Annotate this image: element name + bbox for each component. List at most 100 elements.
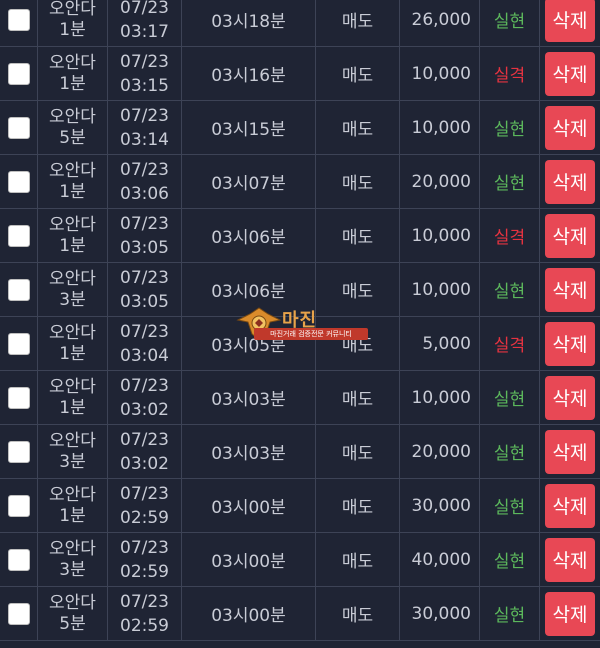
result-badge: 실현 bbox=[493, 552, 526, 572]
datetime-cell: 07/23 03:02 bbox=[108, 371, 182, 424]
result-badge: 실격 bbox=[493, 228, 526, 248]
select-cell bbox=[0, 533, 38, 586]
select-cell bbox=[0, 371, 38, 424]
delete-button[interactable]: 삭제 bbox=[545, 51, 595, 96]
action-cell: 삭제 bbox=[540, 425, 600, 478]
row-checkbox[interactable] bbox=[8, 170, 30, 193]
delete-button[interactable]: 삭제 bbox=[545, 105, 595, 150]
delete-button[interactable]: 삭제 bbox=[545, 429, 595, 474]
table-row: 오안다 1분 07/23 03:15 03시16분 매도 10,000 실격 삭… bbox=[0, 47, 600, 101]
game-cell: 오안다 1분 bbox=[38, 209, 108, 262]
result-cell: 실현 bbox=[480, 101, 540, 154]
action-cell: 삭제 bbox=[540, 209, 600, 262]
game-cell: 오안다 3분 bbox=[38, 425, 108, 478]
delete-button[interactable]: 삭제 bbox=[545, 267, 595, 312]
result-badge: 실현 bbox=[493, 120, 526, 140]
game-name: 오안다 bbox=[49, 52, 96, 73]
datetime-cell: 07/23 03:04 bbox=[108, 317, 182, 370]
row-checkbox[interactable] bbox=[8, 494, 30, 517]
datetime-cell: 07/23 03:17 bbox=[108, 0, 182, 46]
amount-cell: 30,000 bbox=[400, 587, 480, 640]
bet-amount: 10,000 bbox=[411, 387, 471, 408]
row-checkbox[interactable] bbox=[8, 224, 30, 247]
result-badge: 실현 bbox=[493, 444, 526, 464]
row-checkbox[interactable] bbox=[8, 8, 30, 31]
table-row: 오안다 5분 07/23 02:59 03시00분 매도 30,000 실현 삭… bbox=[0, 587, 600, 641]
row-checkbox[interactable] bbox=[8, 440, 30, 463]
result-cell: 실격 bbox=[480, 317, 540, 370]
bet-date: 07/23 bbox=[120, 213, 169, 234]
bet-time: 02:59 bbox=[120, 561, 169, 582]
game-cell: 오안다 1분 bbox=[38, 47, 108, 100]
bet-amount: 30,000 bbox=[411, 603, 471, 624]
table-row: 오안다 1분 07/23 03:06 03시07분 매도 20,000 실현 삭… bbox=[0, 155, 600, 209]
bet-date: 07/23 bbox=[120, 321, 169, 342]
table-row: 오안다 1분 07/23 03:17 03시18분 매도 26,000 실현 삭… bbox=[0, 0, 600, 47]
bet-time: 03:14 bbox=[120, 129, 169, 150]
delete-button[interactable]: 삭제 bbox=[545, 321, 595, 366]
result-badge: 실현 bbox=[493, 282, 526, 302]
game-interval: 1분 bbox=[59, 343, 86, 364]
trade-type: 매도 bbox=[341, 336, 374, 356]
type-cell: 매도 bbox=[316, 587, 400, 640]
game-name: 오안다 bbox=[49, 268, 96, 289]
result-cell: 실현 bbox=[480, 425, 540, 478]
result-badge: 실현 bbox=[493, 174, 526, 194]
type-cell: 매도 bbox=[316, 317, 400, 370]
type-cell: 매도 bbox=[316, 101, 400, 154]
game-cell: 오안다 1분 bbox=[38, 317, 108, 370]
datetime-cell: 07/23 02:59 bbox=[108, 479, 182, 532]
datetime-cell: 07/23 03:14 bbox=[108, 101, 182, 154]
row-checkbox[interactable] bbox=[8, 62, 30, 85]
datetime-cell: 07/23 03:05 bbox=[108, 209, 182, 262]
round-cell: 03시00분 bbox=[182, 587, 316, 640]
delete-button[interactable]: 삭제 bbox=[545, 591, 595, 636]
amount-cell: 40,000 bbox=[400, 533, 480, 586]
action-cell: 삭제 bbox=[540, 0, 600, 46]
round-cell: 03시03분 bbox=[182, 371, 316, 424]
row-checkbox[interactable] bbox=[8, 602, 30, 625]
game-interval: 1분 bbox=[59, 181, 86, 202]
round-label: 03시05분 bbox=[211, 336, 286, 356]
row-checkbox[interactable] bbox=[8, 278, 30, 301]
result-cell: 실현 bbox=[480, 479, 540, 532]
game-interval: 5분 bbox=[59, 127, 86, 148]
datetime-cell: 07/23 03:15 bbox=[108, 47, 182, 100]
datetime-cell: 07/23 03:06 bbox=[108, 155, 182, 208]
round-cell: 03시00분 bbox=[182, 533, 316, 586]
delete-button[interactable]: 삭제 bbox=[545, 483, 595, 528]
game-interval: 1분 bbox=[59, 19, 86, 40]
row-checkbox[interactable] bbox=[8, 548, 30, 571]
bet-date: 07/23 bbox=[120, 537, 169, 558]
table-row: 오안다 3분 07/23 02:59 03시00분 매도 40,000 실현 삭… bbox=[0, 533, 600, 587]
type-cell: 매도 bbox=[316, 47, 400, 100]
row-checkbox[interactable] bbox=[8, 332, 30, 355]
delete-button[interactable]: 삭제 bbox=[545, 0, 595, 42]
delete-button[interactable]: 삭제 bbox=[545, 213, 595, 258]
round-label: 03시16분 bbox=[211, 66, 286, 86]
bet-date: 07/23 bbox=[120, 591, 169, 612]
action-cell: 삭제 bbox=[540, 533, 600, 586]
select-cell bbox=[0, 0, 38, 46]
action-cell: 삭제 bbox=[540, 47, 600, 100]
delete-button[interactable]: 삭제 bbox=[545, 375, 595, 420]
round-cell: 03시00분 bbox=[182, 479, 316, 532]
bet-amount: 30,000 bbox=[411, 495, 471, 516]
select-cell bbox=[0, 155, 38, 208]
game-cell: 오안다 3분 bbox=[38, 533, 108, 586]
game-interval: 3분 bbox=[59, 559, 86, 580]
select-cell bbox=[0, 425, 38, 478]
row-checkbox[interactable] bbox=[8, 116, 30, 139]
round-label: 03시07분 bbox=[211, 174, 286, 194]
action-cell: 삭제 bbox=[540, 479, 600, 532]
action-cell: 삭제 bbox=[540, 263, 600, 316]
bet-date: 07/23 bbox=[120, 429, 169, 450]
row-checkbox[interactable] bbox=[8, 386, 30, 409]
delete-button[interactable]: 삭제 bbox=[545, 537, 595, 582]
table-row: 오안다 1분 07/23 03:02 03시03분 매도 10,000 실현 삭… bbox=[0, 371, 600, 425]
trade-type: 매도 bbox=[341, 552, 374, 572]
delete-button[interactable]: 삭제 bbox=[545, 159, 595, 204]
round-label: 03시18분 bbox=[211, 12, 286, 32]
round-cell: 03시18분 bbox=[182, 0, 316, 46]
trade-type: 매도 bbox=[341, 12, 374, 32]
